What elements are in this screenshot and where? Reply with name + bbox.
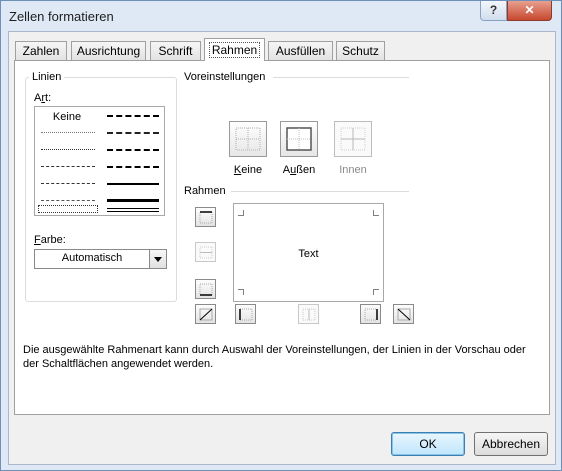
- line-style-dashdotdot[interactable]: [41, 166, 95, 167]
- preview-corner-tl: [238, 210, 244, 216]
- preset-outline-label: Außen: [282, 164, 316, 176]
- ok-button[interactable]: OK: [391, 432, 465, 456]
- chevron-down-icon[interactable]: [149, 250, 166, 268]
- description-text: Die ausgewählte Rahmenart kann durch Aus…: [23, 344, 526, 370]
- rahmen-panel: Linien Art: Keine Farbe: Automatisch Vor…: [14, 60, 550, 415]
- dialog-title: Zellen formatieren: [9, 9, 114, 24]
- preset-inside-button[interactable]: [334, 121, 372, 157]
- preview-corner-tr: [373, 210, 379, 216]
- preset-outline-button[interactable]: [280, 121, 318, 157]
- tab-ausfuellen[interactable]: Ausfüllen: [268, 41, 333, 60]
- line-style-thin-selected[interactable]: [38, 205, 98, 213]
- lines-group-title: Linien: [29, 71, 65, 83]
- preview-corner-br: [373, 289, 379, 295]
- border-inside-horizontal-button[interactable]: [195, 242, 216, 262]
- border-bottom-icon: [199, 283, 213, 296]
- line-style-medium-dashed[interactable]: [107, 166, 159, 168]
- preset-none-label: Keine: [233, 164, 263, 176]
- border-bottom-button[interactable]: [195, 279, 216, 299]
- dialog-window: Zellen formatieren ? ✕ Zahlen Ausrichtun…: [0, 0, 562, 471]
- border-right-button[interactable]: [360, 304, 381, 324]
- line-style-hair[interactable]: [41, 132, 95, 133]
- close-button[interactable]: ✕: [507, 1, 552, 21]
- cancel-button[interactable]: Abbrechen: [474, 432, 548, 456]
- border-right-icon: [364, 308, 378, 321]
- border-diagonal-down-button[interactable]: [393, 304, 414, 324]
- border-preview[interactable]: Text: [233, 203, 384, 302]
- border-title: Rahmen: [184, 185, 226, 197]
- border-inside-vertical-icon: [302, 308, 316, 321]
- preset-inside-icon: [340, 127, 366, 151]
- line-style-list[interactable]: Keine: [34, 106, 165, 216]
- line-style-medium-dashdot[interactable]: [107, 149, 159, 151]
- line-style-label: Art:: [34, 92, 52, 104]
- preset-inside-label: Innen: [339, 164, 367, 176]
- color-dropdown-value: Automatisch: [61, 252, 123, 264]
- border-left-button[interactable]: [235, 304, 256, 324]
- border-inside-horizontal-icon: [199, 246, 213, 259]
- presets-divider: [273, 77, 409, 78]
- border-left-icon: [239, 308, 253, 321]
- line-style-thick[interactable]: [107, 199, 159, 202]
- preset-outline-icon: [286, 127, 312, 151]
- preset-none-icon: [235, 127, 261, 151]
- diagonal-up-icon: [199, 308, 213, 321]
- line-style-medium-dashdotdot[interactable]: [107, 115, 159, 117]
- tab-rahmen[interactable]: Rahmen: [204, 38, 265, 61]
- color-dropdown[interactable]: Automatisch: [34, 249, 167, 269]
- dialog-client: Zahlen Ausrichtung Schrift Rahmen Ausfül…: [8, 31, 556, 465]
- border-top-icon: [199, 211, 213, 224]
- preview-corner-bl: [238, 289, 244, 295]
- title-bar: Zellen formatieren ? ✕: [1, 1, 561, 31]
- line-style-slanted-dashdot[interactable]: [107, 132, 159, 134]
- tab-schrift[interactable]: Schrift: [150, 41, 201, 60]
- tab-schutz[interactable]: Schutz: [336, 41, 385, 60]
- diagonal-down-icon: [397, 308, 411, 321]
- border-diagonal-up-button[interactable]: [195, 304, 216, 324]
- border-divider: [231, 191, 409, 192]
- border-inside-vertical-button[interactable]: [298, 304, 319, 324]
- color-label: Farbe:: [34, 234, 66, 246]
- border-top-button[interactable]: [195, 207, 216, 227]
- preview-text: Text: [298, 248, 319, 260]
- line-style-medium[interactable]: [107, 183, 159, 185]
- line-style-dashed[interactable]: [41, 200, 95, 201]
- line-style-double[interactable]: [107, 208, 159, 212]
- tab-ausrichtung[interactable]: Ausrichtung: [71, 41, 146, 60]
- line-style-dotted[interactable]: [41, 149, 95, 150]
- presets-title: Voreinstellungen: [184, 71, 266, 83]
- line-style-dashdot[interactable]: [41, 183, 95, 184]
- line-style-none[interactable]: Keine: [47, 111, 87, 123]
- preset-none-button[interactable]: [229, 121, 267, 157]
- tab-zahlen[interactable]: Zahlen: [15, 41, 67, 60]
- help-button[interactable]: ?: [480, 1, 507, 21]
